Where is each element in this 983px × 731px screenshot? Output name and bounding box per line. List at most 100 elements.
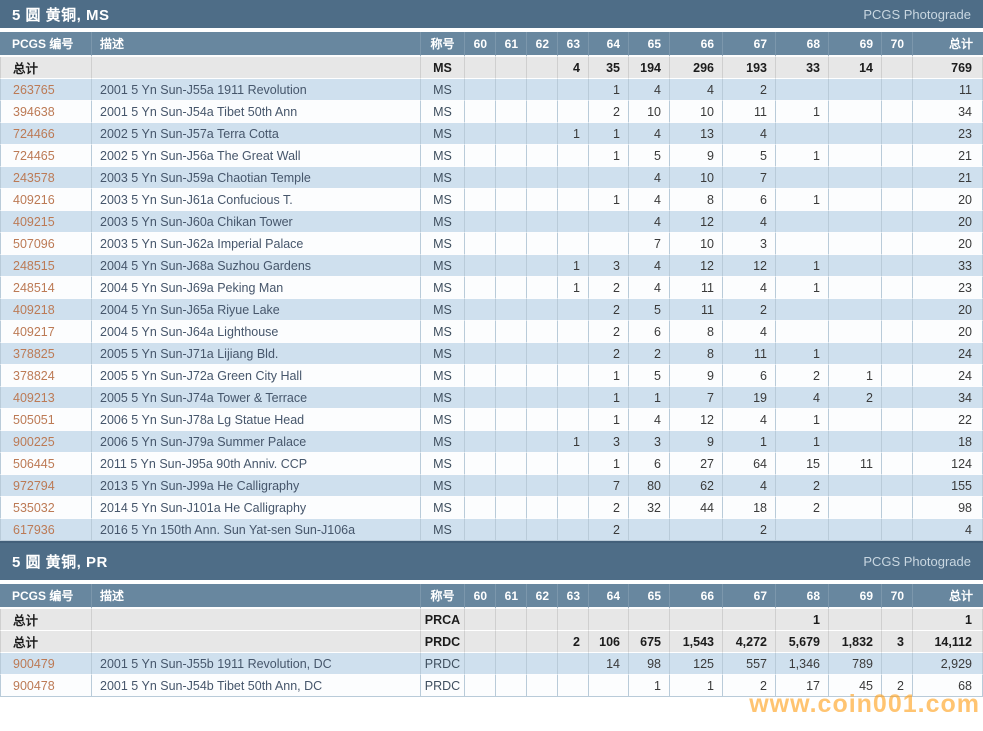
grade-cell-60 xyxy=(465,431,496,453)
grade-cell-65: 194 xyxy=(629,57,670,79)
table-row: 2485152004 5 Yn Sun-J68a Suzhou GardensM… xyxy=(0,255,983,277)
grade-cell-63 xyxy=(558,387,589,409)
table-row: 5064452011 5 Yn Sun-J95a 90th Anniv. CCP… xyxy=(0,453,983,475)
table-row: 3946382001 5 Yn Sun-J54a Tibet 50th AnnM… xyxy=(0,101,983,123)
grade-cell-67: 11 xyxy=(723,101,776,123)
description-cell: 2004 5 Yn Sun-J64a Lighthouse xyxy=(92,321,421,343)
grade-cell-60 xyxy=(465,631,496,653)
pcgs-number-link[interactable]: 409213 xyxy=(0,387,92,409)
grade-cell-66: 62 xyxy=(670,475,723,497)
grade-cell-68 xyxy=(776,299,829,321)
photograde-link[interactable]: PCGS Photograde xyxy=(863,554,971,569)
table-row: 9004782001 5 Yn Sun-J54b Tibet 50th Ann,… xyxy=(0,675,983,697)
pcgs-number-link[interactable]: 505051 xyxy=(0,409,92,431)
grade-cell-68: 2 xyxy=(776,365,829,387)
grade-cell-65 xyxy=(629,519,670,541)
pcgs-number-link[interactable]: 900478 xyxy=(0,675,92,697)
column-header-row: PCGS 编号描述称号6061626364656667686970总计 xyxy=(0,32,983,57)
table-row: 2485142004 5 Yn Sun-J69a Peking ManMS124… xyxy=(0,277,983,299)
pcgs-number-link[interactable]: 972794 xyxy=(0,475,92,497)
grade-cell-67: 4 xyxy=(723,123,776,145)
grade-cell-63 xyxy=(558,167,589,189)
grade-cell-66: 10 xyxy=(670,167,723,189)
grade-cell-63: 4 xyxy=(558,57,589,79)
pcgs-number-link[interactable]: 409215 xyxy=(0,211,92,233)
grade-cell-67: 2 xyxy=(723,519,776,541)
total-label: 总计 xyxy=(0,631,92,653)
grade-cell-69: 11 xyxy=(829,453,882,475)
pcgs-number-link[interactable]: 900479 xyxy=(0,653,92,675)
grade-cell-64: 1 xyxy=(589,79,629,101)
photograde-link[interactable]: PCGS Photograde xyxy=(863,7,971,22)
designation-cell: MS xyxy=(421,167,465,189)
grade-cell-70 xyxy=(882,475,913,497)
designation-cell: MS xyxy=(421,57,465,79)
column-header-total: 总计 xyxy=(913,584,983,609)
population-table-ms: PCGS 编号描述称号6061626364656667686970总计 总计MS… xyxy=(0,32,983,541)
grade-cell-63 xyxy=(558,365,589,387)
column-header-description: 描述 xyxy=(92,32,421,57)
pcgs-number-link[interactable]: 724466 xyxy=(0,123,92,145)
row-total-cell: 1 xyxy=(913,609,983,631)
row-total-cell: 20 xyxy=(913,189,983,211)
pcgs-number-link[interactable]: 378824 xyxy=(0,365,92,387)
grade-cell-63 xyxy=(558,343,589,365)
pcgs-number-link[interactable]: 409218 xyxy=(0,299,92,321)
grade-cell-63 xyxy=(558,453,589,475)
row-total-cell: 21 xyxy=(913,145,983,167)
grade-cell-61 xyxy=(496,255,527,277)
grade-cell-68: 1 xyxy=(776,277,829,299)
grade-cell-60 xyxy=(465,365,496,387)
population-report-page: 5 圆 黄铜, MS PCGS Photograde PCGS 编号描述称号60… xyxy=(0,0,983,697)
table-row: 4092182004 5 Yn Sun-J65a Riyue LakeMS251… xyxy=(0,299,983,321)
description-cell xyxy=(92,631,421,653)
grade-cell-64: 1 xyxy=(589,145,629,167)
designation-cell: MS xyxy=(421,519,465,541)
pcgs-number-link[interactable]: 535032 xyxy=(0,497,92,519)
grade-cell-65: 5 xyxy=(629,365,670,387)
grade-cell-65: 5 xyxy=(629,145,670,167)
grade-cell-69: 2 xyxy=(829,387,882,409)
grade-cell-70 xyxy=(882,79,913,101)
grade-cell-67: 1 xyxy=(723,431,776,453)
pcgs-number-link[interactable]: 409216 xyxy=(0,189,92,211)
grade-cell-69: 789 xyxy=(829,653,882,675)
grade-cell-63 xyxy=(558,519,589,541)
grade-cell-70 xyxy=(882,145,913,167)
pcgs-number-link[interactable]: 724465 xyxy=(0,145,92,167)
pcgs-number-link[interactable]: 248514 xyxy=(0,277,92,299)
grade-cell-64 xyxy=(589,609,629,631)
grade-cell-60 xyxy=(465,79,496,101)
grade-cell-66: 10 xyxy=(670,101,723,123)
pcgs-number-link[interactable]: 617936 xyxy=(0,519,92,541)
pcgs-number-link[interactable]: 394638 xyxy=(0,101,92,123)
grade-cell-61 xyxy=(496,431,527,453)
grade-cell-67: 4 xyxy=(723,211,776,233)
grade-cell-63 xyxy=(558,79,589,101)
pcgs-number-link[interactable]: 378825 xyxy=(0,343,92,365)
pcgs-number-link[interactable]: 506445 xyxy=(0,453,92,475)
pcgs-number-link[interactable]: 507096 xyxy=(0,233,92,255)
pcgs-number-link[interactable]: 900225 xyxy=(0,431,92,453)
description-cell: 2004 5 Yn Sun-J69a Peking Man xyxy=(92,277,421,299)
pcgs-number-link[interactable]: 243578 xyxy=(0,167,92,189)
grade-cell-61 xyxy=(496,653,527,675)
column-header-pcgs-number: PCGS 编号 xyxy=(0,584,92,609)
total-label: 总计 xyxy=(0,609,92,631)
pcgs-number-link[interactable]: 263765 xyxy=(0,79,92,101)
grade-cell-65: 675 xyxy=(629,631,670,653)
grade-cell-62 xyxy=(527,211,558,233)
grade-cell-64 xyxy=(589,675,629,697)
grade-cell-64: 14 xyxy=(589,653,629,675)
description-cell: 2001 5 Yn Sun-J54a Tibet 50th Ann xyxy=(92,101,421,123)
row-total-cell: 20 xyxy=(913,233,983,255)
grade-cell-60 xyxy=(465,321,496,343)
grade-cell-66: 12 xyxy=(670,211,723,233)
pcgs-number-link[interactable]: 409217 xyxy=(0,321,92,343)
total-row: 总计PRDC21066751,5434,2725,6791,832314,112 xyxy=(0,631,983,653)
pcgs-number-link[interactable]: 248515 xyxy=(0,255,92,277)
grade-cell-70 xyxy=(882,189,913,211)
total-row: 总计PRCA11 xyxy=(0,609,983,631)
grade-cell-62 xyxy=(527,255,558,277)
grade-cell-70 xyxy=(882,609,913,631)
